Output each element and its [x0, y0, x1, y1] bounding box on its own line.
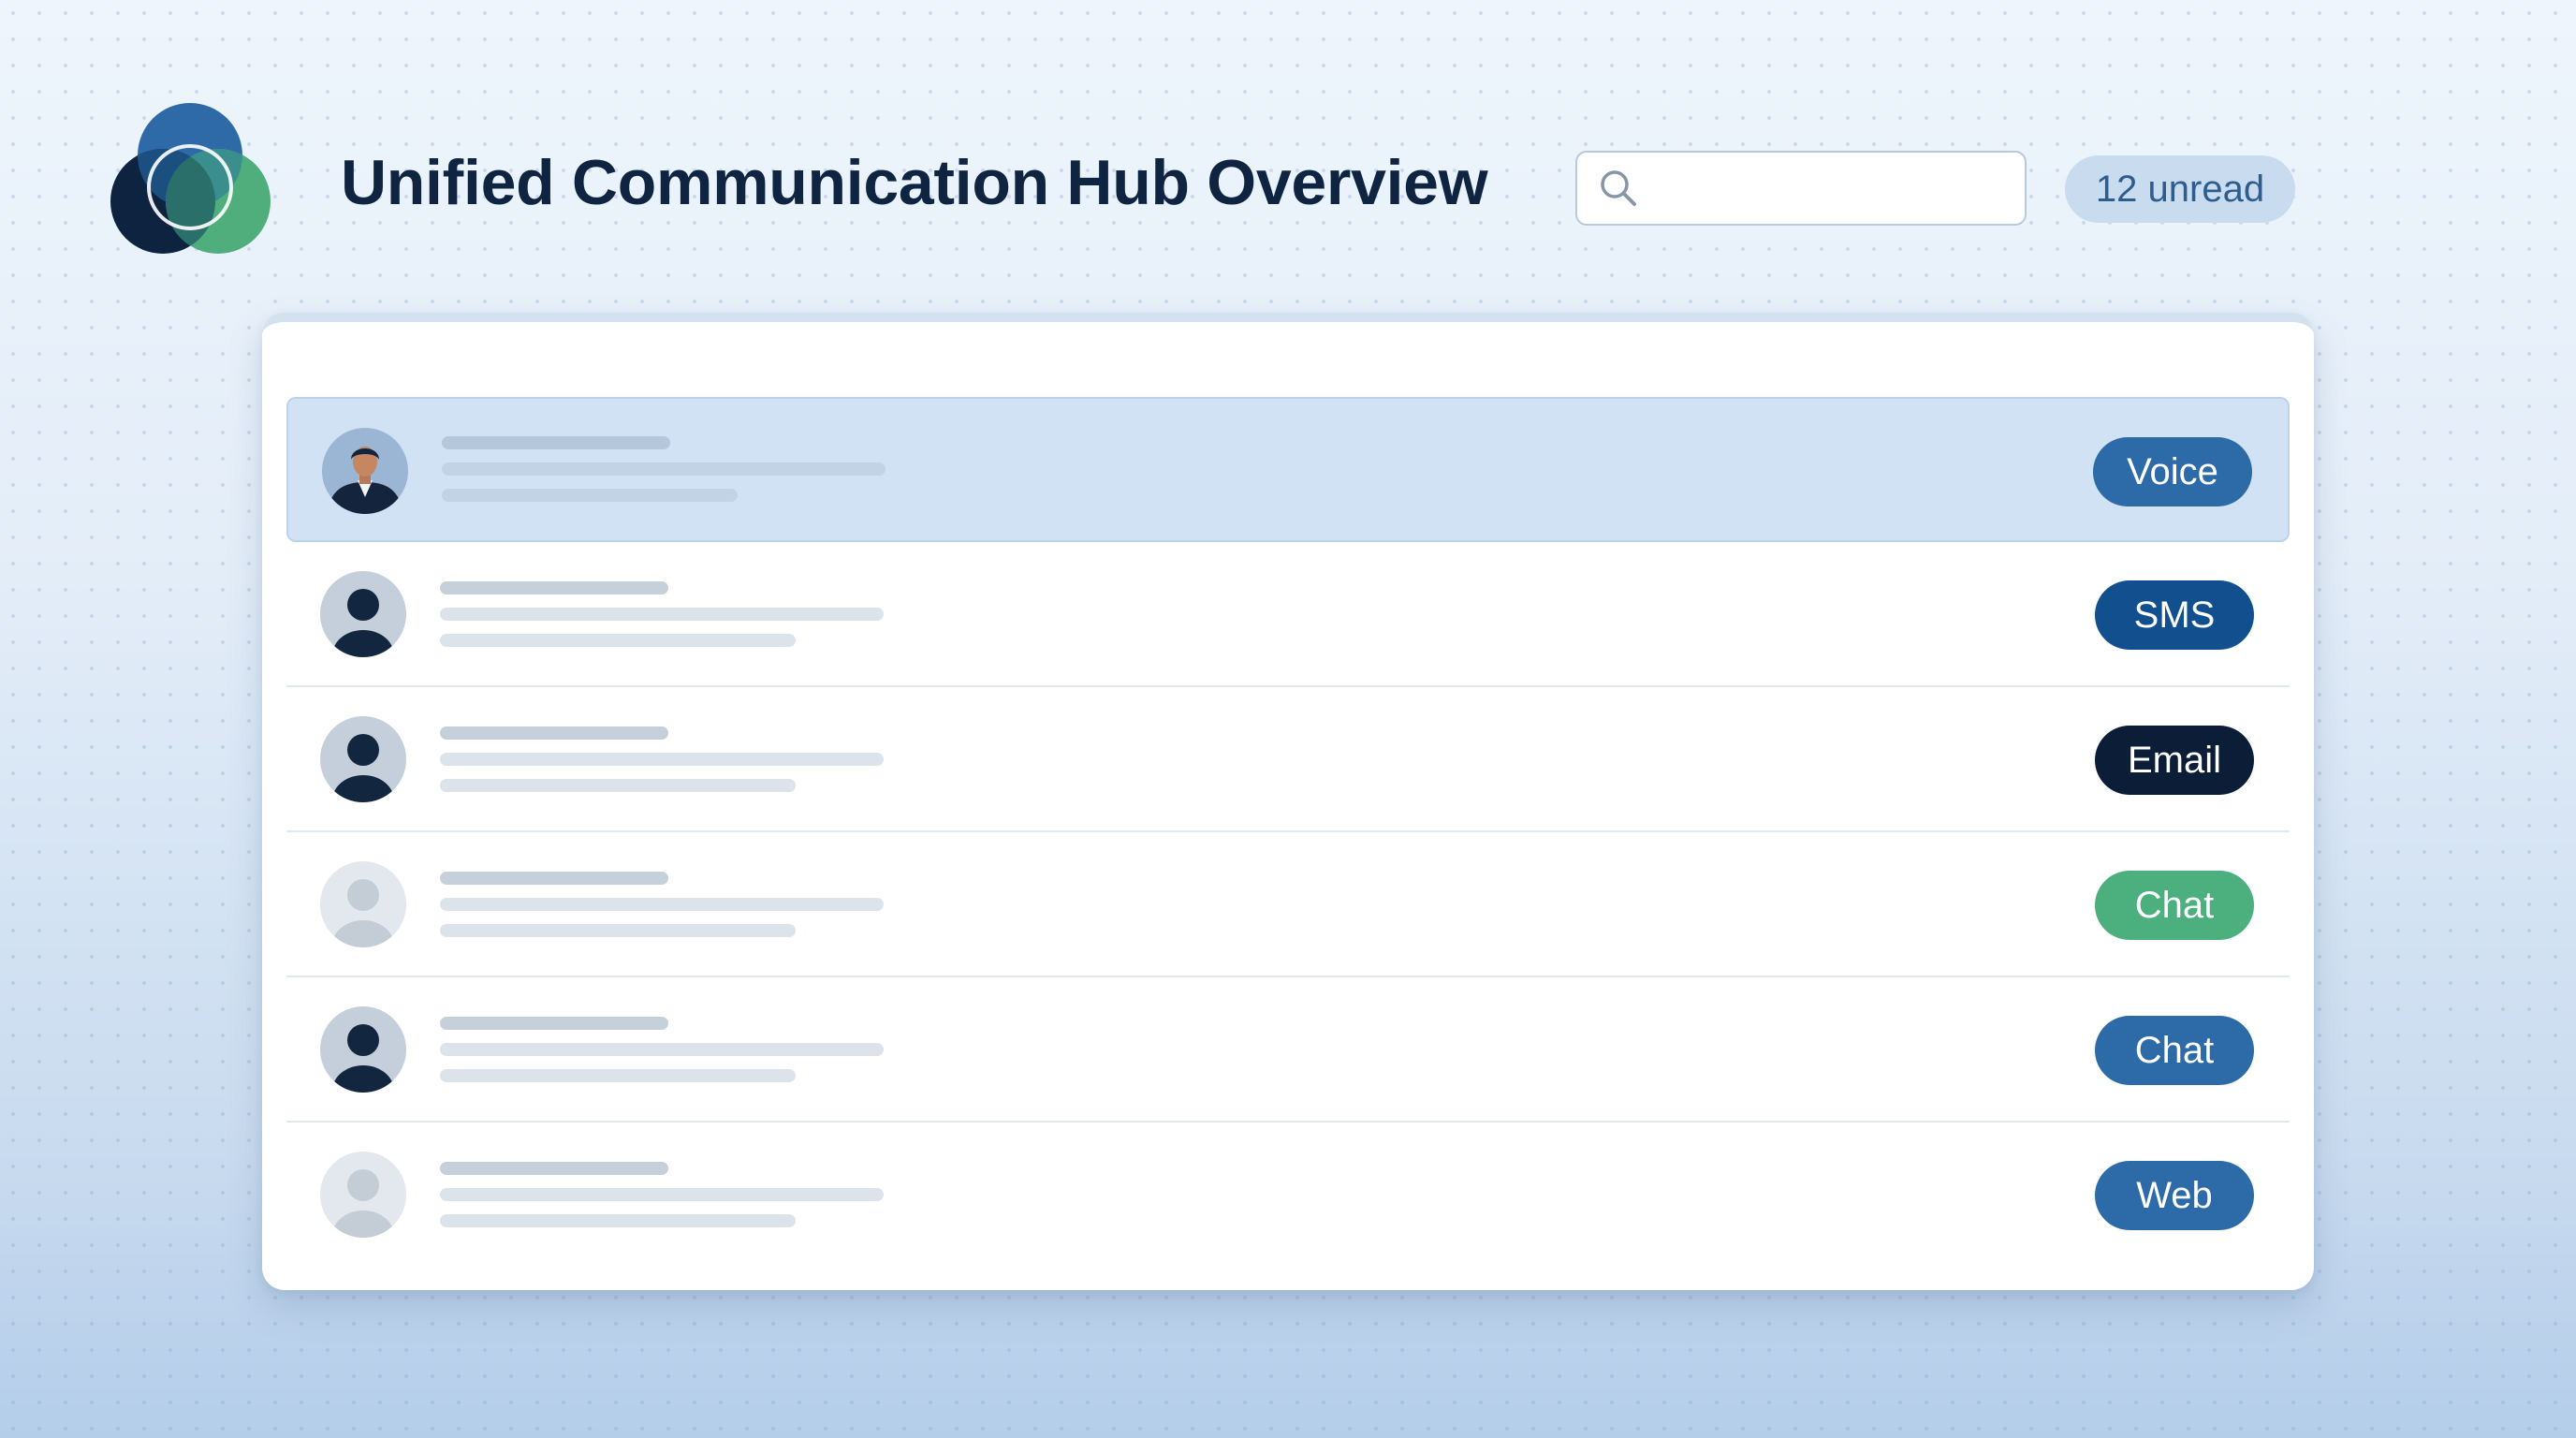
channel-tag-voice[interactable]: Voice: [2093, 437, 2252, 506]
message-placeholder-line: [442, 489, 738, 502]
conversation-panel: Voice SMS Email Chat Chat Web: [262, 313, 2314, 1290]
conversation-row[interactable]: Chat: [286, 832, 2290, 977]
conversation-list: Voice SMS Email Chat Chat Web: [286, 397, 2290, 1268]
conversation-row[interactable]: Web: [286, 1123, 2290, 1268]
message-placeholder-line: [440, 753, 884, 766]
message-placeholder-line: [442, 462, 886, 476]
channel-tag-sms[interactable]: SMS: [2095, 580, 2254, 650]
message-placeholder-line: [440, 872, 668, 885]
avatar-icon: [320, 571, 406, 657]
message-placeholder-line: [440, 634, 796, 647]
message-placeholder-line: [440, 779, 796, 792]
conversation-row[interactable]: Email: [286, 687, 2290, 832]
avatar-icon: [320, 861, 406, 947]
channel-tag-email[interactable]: Email: [2095, 726, 2254, 795]
message-placeholder-line: [440, 1188, 884, 1201]
avatar-photo: [322, 428, 408, 514]
conversation-row[interactable]: SMS: [286, 542, 2290, 687]
unread-count-badge: 12 unread: [2065, 155, 2295, 223]
channel-tag-chat[interactable]: Chat: [2095, 871, 2254, 940]
message-placeholder-line: [440, 1214, 796, 1227]
message-placeholder-line: [440, 898, 884, 911]
channel-tag-web[interactable]: Web: [2095, 1161, 2254, 1230]
search-input[interactable]: [1650, 152, 2069, 225]
message-placeholder-line: [440, 1162, 668, 1175]
search-box[interactable]: [1575, 151, 2069, 226]
channel-tag-chat[interactable]: Chat: [2095, 1016, 2254, 1085]
message-placeholder-line: [440, 1017, 668, 1030]
conversation-row[interactable]: Voice: [286, 397, 2290, 542]
avatar-icon: [320, 1152, 406, 1238]
conversation-row[interactable]: Chat: [286, 977, 2290, 1123]
page-title: Unified Communication Hub Overview: [341, 147, 1488, 218]
message-placeholder-line: [442, 436, 670, 449]
brand-logo: [110, 103, 271, 254]
avatar-icon: [320, 1006, 406, 1093]
search-icon: [1601, 170, 1636, 206]
message-placeholder-line: [440, 1043, 884, 1056]
message-placeholder-line: [440, 726, 668, 740]
message-placeholder-line: [440, 581, 668, 594]
message-placeholder-line: [440, 608, 884, 621]
message-placeholder-line: [440, 1069, 796, 1082]
message-placeholder-line: [440, 924, 796, 937]
avatar-icon: [320, 716, 406, 802]
